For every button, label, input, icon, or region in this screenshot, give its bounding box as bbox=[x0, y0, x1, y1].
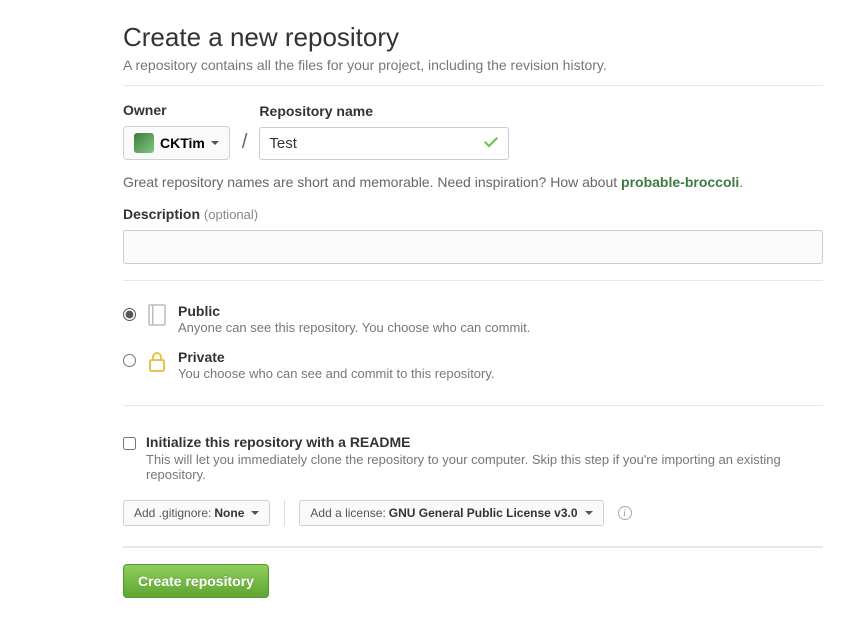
public-desc: Anyone can see this repository. You choo… bbox=[178, 320, 823, 335]
repo-name-label: Repository name bbox=[259, 103, 509, 119]
private-radio[interactable] bbox=[123, 354, 136, 367]
description-input[interactable] bbox=[123, 230, 823, 264]
readme-title: Initialize this repository with a README bbox=[146, 434, 823, 450]
visibility-private-option[interactable]: Private You choose who can see and commi… bbox=[123, 343, 823, 389]
readme-checkbox[interactable] bbox=[123, 437, 136, 450]
readme-option[interactable]: Initialize this repository with a README… bbox=[123, 422, 823, 482]
avatar bbox=[134, 133, 154, 153]
repo-icon bbox=[146, 303, 168, 332]
public-title: Public bbox=[178, 303, 823, 319]
name-hint: Great repository names are short and mem… bbox=[123, 174, 823, 190]
public-radio[interactable] bbox=[123, 308, 136, 321]
info-icon[interactable]: i bbox=[618, 506, 632, 520]
caret-down-icon bbox=[211, 141, 219, 145]
lock-icon bbox=[146, 349, 168, 378]
page-title: Create a new repository bbox=[123, 22, 823, 53]
owner-select-button[interactable]: CKTim bbox=[123, 126, 230, 160]
vertical-divider bbox=[284, 500, 285, 526]
suggestion-link[interactable]: probable-broccoli bbox=[621, 174, 739, 190]
caret-down-icon bbox=[585, 511, 593, 515]
check-icon bbox=[483, 133, 499, 154]
slash-separator: / bbox=[240, 131, 250, 160]
license-select-button[interactable]: Add a license: GNU General Public Licens… bbox=[299, 500, 603, 526]
description-label: Description (optional) bbox=[123, 206, 823, 222]
page-subtitle: A repository contains all the files for … bbox=[123, 57, 823, 73]
visibility-public-option[interactable]: Public Anyone can see this repository. Y… bbox=[123, 297, 823, 343]
owner-label: Owner bbox=[123, 102, 230, 118]
private-desc: You choose who can see and commit to thi… bbox=[178, 366, 823, 381]
private-title: Private bbox=[178, 349, 823, 365]
repo-name-input[interactable] bbox=[259, 127, 509, 160]
caret-down-icon bbox=[251, 511, 259, 515]
owner-name: CKTim bbox=[160, 135, 205, 151]
create-repository-button[interactable]: Create repository bbox=[123, 564, 269, 598]
gitignore-select-button[interactable]: Add .gitignore: None bbox=[123, 500, 270, 526]
readme-desc: This will let you immediately clone the … bbox=[146, 452, 823, 482]
